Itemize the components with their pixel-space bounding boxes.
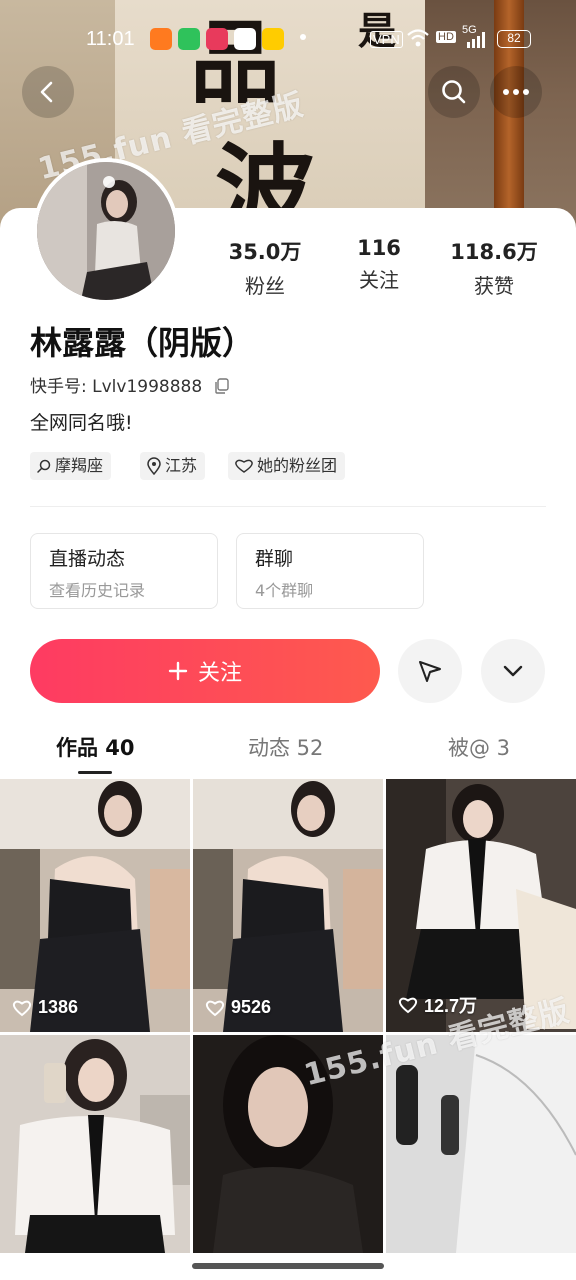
send-icon (419, 661, 441, 682)
tag-location[interactable]: 江苏 (140, 452, 206, 480)
follow-label: 关注 (197, 661, 242, 686)
stat-fans[interactable]: 35.0万 粉丝 (205, 236, 325, 299)
stat-likes[interactable]: 118.6万 获赞 (434, 236, 554, 299)
avatar[interactable] (33, 158, 179, 304)
kuaishou-id[interactable]: 快手号: Lvlv1998888 (30, 372, 230, 397)
thumbnail-image (0, 779, 190, 1032)
copy-icon[interactable] (214, 378, 230, 394)
like-count: 9526 (205, 997, 271, 1018)
tag-label: 江苏 (165, 456, 198, 475)
search-icon (442, 80, 466, 104)
thumbnail-image (0, 1035, 190, 1253)
tab-works[interactable]: 作品 40 (56, 732, 135, 762)
share-button[interactable] (398, 639, 462, 703)
more-button[interactable] (490, 66, 542, 118)
status-bar: 11:01 VPN HD 5G 82 (0, 22, 576, 56)
back-button[interactable] (22, 66, 74, 118)
app-notification-icon (234, 28, 256, 50)
search-button[interactable] (428, 66, 480, 118)
kuaishou-id-text: 快手号: Lvlv1998888 (30, 377, 203, 397)
heart-icon (235, 459, 253, 473)
video-thumbnail[interactable]: 9526 (193, 779, 383, 1032)
app-notification-icon (206, 28, 228, 50)
group-chat-card[interactable]: 群聊 4个群聊 (236, 533, 424, 609)
wifi-icon (407, 29, 429, 47)
stat-label: 关注 (359, 268, 399, 292)
signal-icon (467, 32, 485, 48)
more-options-button[interactable] (481, 639, 545, 703)
card-subtitle: 查看历史记录 (49, 581, 146, 600)
tab-mentions[interactable]: 被@ 3 (448, 732, 510, 762)
more-dots-icon (503, 89, 529, 95)
location-icon (147, 457, 161, 475)
video-thumbnail[interactable]: 1386 (0, 779, 190, 1032)
hd-indicator: HD (436, 31, 456, 43)
profile-bio: 全网同名哦! (30, 412, 133, 434)
chat-notification-icon (178, 28, 200, 50)
heart-icon (205, 1000, 225, 1016)
like-count-value: 1386 (38, 997, 79, 1017)
tab-active-indicator (78, 771, 112, 774)
card-title: 群聊 (255, 548, 294, 570)
chevron-left-icon (40, 81, 53, 103)
tag-label: 她的粉丝团 (257, 456, 338, 475)
profile-name: 林露露（阴版） (30, 324, 255, 362)
app-notification-icon (150, 28, 172, 50)
video-thumbnail[interactable] (0, 1035, 190, 1253)
follow-button[interactable]: 关注 (30, 639, 380, 703)
more-notifications-dot (300, 34, 306, 40)
tab-moments[interactable]: 动态 52 (248, 732, 323, 762)
plus-icon (168, 661, 188, 681)
tag-fan-club[interactable]: 她的粉丝团 (228, 452, 346, 480)
divider (30, 506, 546, 507)
home-indicator[interactable] (192, 1263, 384, 1269)
battery-indicator: 82 (497, 30, 531, 48)
stat-following[interactable]: 116 关注 (319, 236, 439, 293)
card-subtitle: 4个群聊 (255, 581, 314, 600)
avatar-photo (37, 162, 175, 300)
tag-label: 摩羯座 (55, 456, 104, 475)
heart-icon (398, 997, 418, 1014)
card-title: 直播动态 (49, 548, 126, 570)
stat-label: 获赞 (474, 274, 514, 298)
stat-label: 粉丝 (245, 274, 285, 298)
heart-icon (12, 1000, 32, 1016)
like-count-value: 9526 (231, 997, 272, 1017)
search-icon (37, 459, 51, 473)
app-notification-icon (262, 28, 284, 50)
status-time: 11:01 (86, 28, 135, 50)
stat-value: 116 (357, 236, 401, 260)
chevron-down-icon (503, 665, 523, 677)
stat-value: 118.6万 (450, 240, 538, 264)
vpn-indicator: VPN (370, 31, 403, 48)
thumbnail-image (193, 779, 383, 1032)
like-count: 1386 (12, 997, 78, 1018)
stat-value: 35.0万 (228, 240, 302, 264)
live-history-card[interactable]: 直播动态 查看历史记录 (30, 533, 218, 609)
tag-constellation[interactable]: 摩羯座 (30, 452, 112, 480)
